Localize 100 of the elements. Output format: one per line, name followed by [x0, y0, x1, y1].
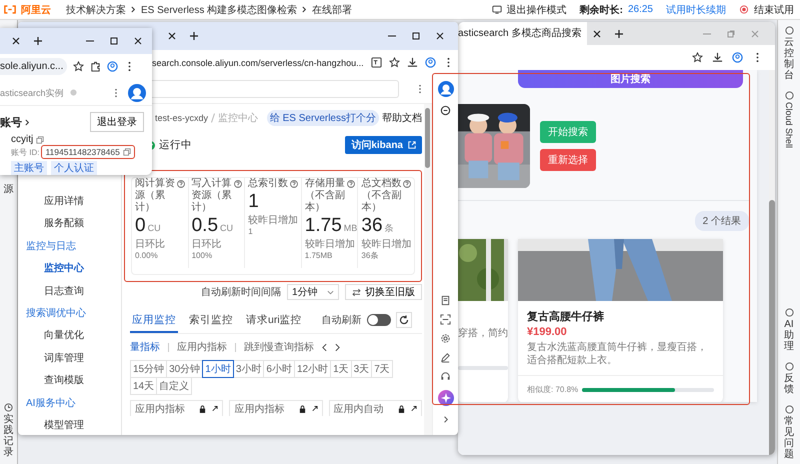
- tab[interactable]: 应用监控: [130, 307, 178, 333]
- stat-value: 1.75: [304, 215, 342, 237]
- sidebar-item[interactable]: 模型管理: [18, 414, 121, 435]
- compare-label: 日环比: [192, 239, 222, 251]
- extend-link[interactable]: 试用时长续期: [666, 2, 726, 16]
- sidebar-item[interactable]: 服务配额: [18, 213, 121, 236]
- stat-value: 36: [361, 215, 383, 237]
- rail-link[interactable]: Cloud Shell: [784, 102, 794, 148]
- stat-unit: 条: [384, 222, 394, 235]
- stat-value: 0: [135, 215, 146, 237]
- compare-label: 较昨日增加: [248, 215, 298, 227]
- stat-label: 阅计算资源（累计）: [135, 178, 176, 214]
- account-id: 1194511482378465: [45, 147, 120, 158]
- time-range-button[interactable]: 3天: [350, 360, 372, 378]
- time-range-button[interactable]: 12小时: [294, 360, 332, 378]
- compare-value: 0.00%: [135, 251, 158, 261]
- product-card[interactable]: 穿搭，简约: [458, 239, 508, 402]
- subtab[interactable]: 应用内指标: [177, 340, 227, 354]
- stat-unit: CU: [148, 223, 161, 233]
- subtab[interactable]: 跳到慢查询指标: [244, 340, 314, 354]
- compare-label: 较昨日增加: [304, 239, 355, 251]
- breadcrumb-link[interactable]: 技术解决方案: [66, 2, 126, 16]
- stat-label: 存储用量（不含副本）: [304, 178, 346, 214]
- panel-title: 应用内指标: [234, 402, 286, 416]
- subtab[interactable]: 量指标: [130, 340, 160, 354]
- compare-value: 1.75MB: [304, 251, 332, 261]
- rail-link[interactable]: 云控制台: [783, 37, 795, 81]
- address-bar[interactable]: search.console.aliyun.com/serverless/cn-hangzhou...: [152, 58, 364, 68]
- exit-mode-link[interactable]: 退出操作模式: [506, 2, 567, 16]
- stat-label: 写入计算资源（累计）: [192, 178, 233, 214]
- breadcrumb-link[interactable]: ES Serverless 构建多模态图像检索: [141, 2, 298, 16]
- practice-record-link[interactable]: 实践记录: [2, 414, 14, 458]
- rating-badge[interactable]: 给 ES Serverless打个分: [266, 110, 379, 126]
- remaining-label: 剩余时长:: [580, 4, 623, 16]
- account-tag: 主账号: [11, 161, 47, 175]
- username: ccyitj: [11, 134, 34, 146]
- sidebar-item[interactable]: 查询模版: [18, 370, 121, 393]
- panel-title: 应用内自动: [334, 402, 385, 416]
- sidebar-item[interactable]: 向量优化: [18, 325, 121, 348]
- compare-label: 日环比: [135, 239, 165, 251]
- image-search-button[interactable]: 图片搜索: [518, 70, 743, 88]
- rail-link[interactable]: AI助理: [783, 319, 795, 352]
- interval-select[interactable]: 1分钟: [287, 284, 339, 300]
- result-count-badge: 2 个结果: [694, 211, 749, 231]
- remaining-time: 26:25: [628, 4, 653, 15]
- compare-value: 1: [248, 227, 253, 237]
- product-name: 复古高腰牛仔裤: [526, 310, 605, 325]
- compare-value: 100%: [192, 251, 212, 261]
- breadcrumb-link[interactable]: test-es-ycxdy: [155, 112, 208, 122]
- compare-label: 较昨日增加: [361, 239, 412, 251]
- stat-value: 1: [248, 191, 259, 213]
- rail-link[interactable]: 反馈: [783, 373, 795, 396]
- similarity-label: 相似度: 70.8%: [527, 384, 578, 395]
- sidebar-item[interactable]: 搜索调优中心: [18, 302, 121, 326]
- time-range-button[interactable]: 14天: [130, 377, 158, 395]
- sidebar-item[interactable]: AI服务中心: [18, 392, 121, 415]
- stat-unit: CU: [220, 223, 234, 233]
- logo-text: 阿里云: [21, 4, 51, 16]
- compare-value: 36条: [361, 251, 378, 261]
- browser-tab[interactable]: asticsearch 多模态商品搜索: [458, 22, 588, 45]
- time-range-button[interactable]: 1小时: [202, 360, 234, 378]
- sidebar-item[interactable]: 应用详情: [18, 191, 121, 214]
- account-tag: 个人认证: [51, 161, 97, 175]
- tab[interactable]: 索引监控: [187, 307, 235, 333]
- rail-label: 源: [2, 184, 14, 195]
- reselect-button[interactable]: 重新选择: [540, 149, 596, 171]
- time-range-button[interactable]: 6小时: [263, 360, 295, 378]
- stat-label: 总索引数: [248, 178, 290, 190]
- stat-label: 总文档数（不含副本）: [361, 178, 402, 214]
- end-trial-link[interactable]: 结束试用: [754, 2, 794, 16]
- sidebar-item[interactable]: 监控中心: [18, 258, 121, 281]
- product-card[interactable]: 复古高腰牛仔裤 ¥199.00 复古水洗蓝高腰直筒牛仔裤，显瘦百搭，适合搭配短款上衣。 相似度: 70.8%: [518, 239, 723, 402]
- sidebar-item[interactable]: 词库管理: [18, 348, 121, 370]
- address-bar[interactable]: sole.aliyun.c...: [0, 58, 68, 76]
- breadcrumb-link[interactable]: 在线部署: [312, 2, 352, 16]
- status-label: 运行中: [159, 138, 192, 152]
- rail-link[interactable]: 常见问题: [783, 416, 795, 460]
- help-link[interactable]: 帮助文档: [382, 110, 422, 124]
- switch-version-button[interactable]: 切换至旧版: [345, 284, 422, 300]
- sidebar-item[interactable]: 日志查询: [18, 280, 121, 303]
- stat-value: 0.5: [192, 215, 218, 237]
- time-range-button[interactable]: 7天: [371, 360, 393, 378]
- time-range-button[interactable]: 自定义: [156, 377, 192, 395]
- account-id-label: 账号 ID:: [11, 146, 40, 158]
- tab[interactable]: 请求uri监控: [244, 307, 304, 333]
- search-field[interactable]: asticsearch实例: [0, 84, 95, 102]
- time-range-button[interactable]: 15分钟: [130, 360, 168, 378]
- sidebar-item[interactable]: 监控与日志: [18, 236, 121, 258]
- product-description: 复古水洗蓝高腰直筒牛仔裤，显瘦百搭，适合搭配短款上衣。: [526, 341, 708, 367]
- product-price: ¥199.00: [526, 326, 568, 340]
- time-range-button[interactable]: 30分钟: [166, 360, 204, 378]
- kibana-button[interactable]: 访问kibana: [345, 136, 422, 154]
- time-range-button[interactable]: 3小时: [232, 360, 264, 378]
- product-description: 穿搭，简约: [458, 326, 508, 340]
- account-title[interactable]: 账号: [0, 114, 22, 130]
- stat-unit: MB: [344, 223, 358, 233]
- auto-refresh-label: 自动刷新: [322, 314, 362, 327]
- logout-button[interactable]: 退出登录: [90, 112, 144, 132]
- refresh-interval-label: 自动刷新时间间隔: [201, 286, 281, 299]
- time-range-button[interactable]: 1天: [330, 360, 352, 378]
